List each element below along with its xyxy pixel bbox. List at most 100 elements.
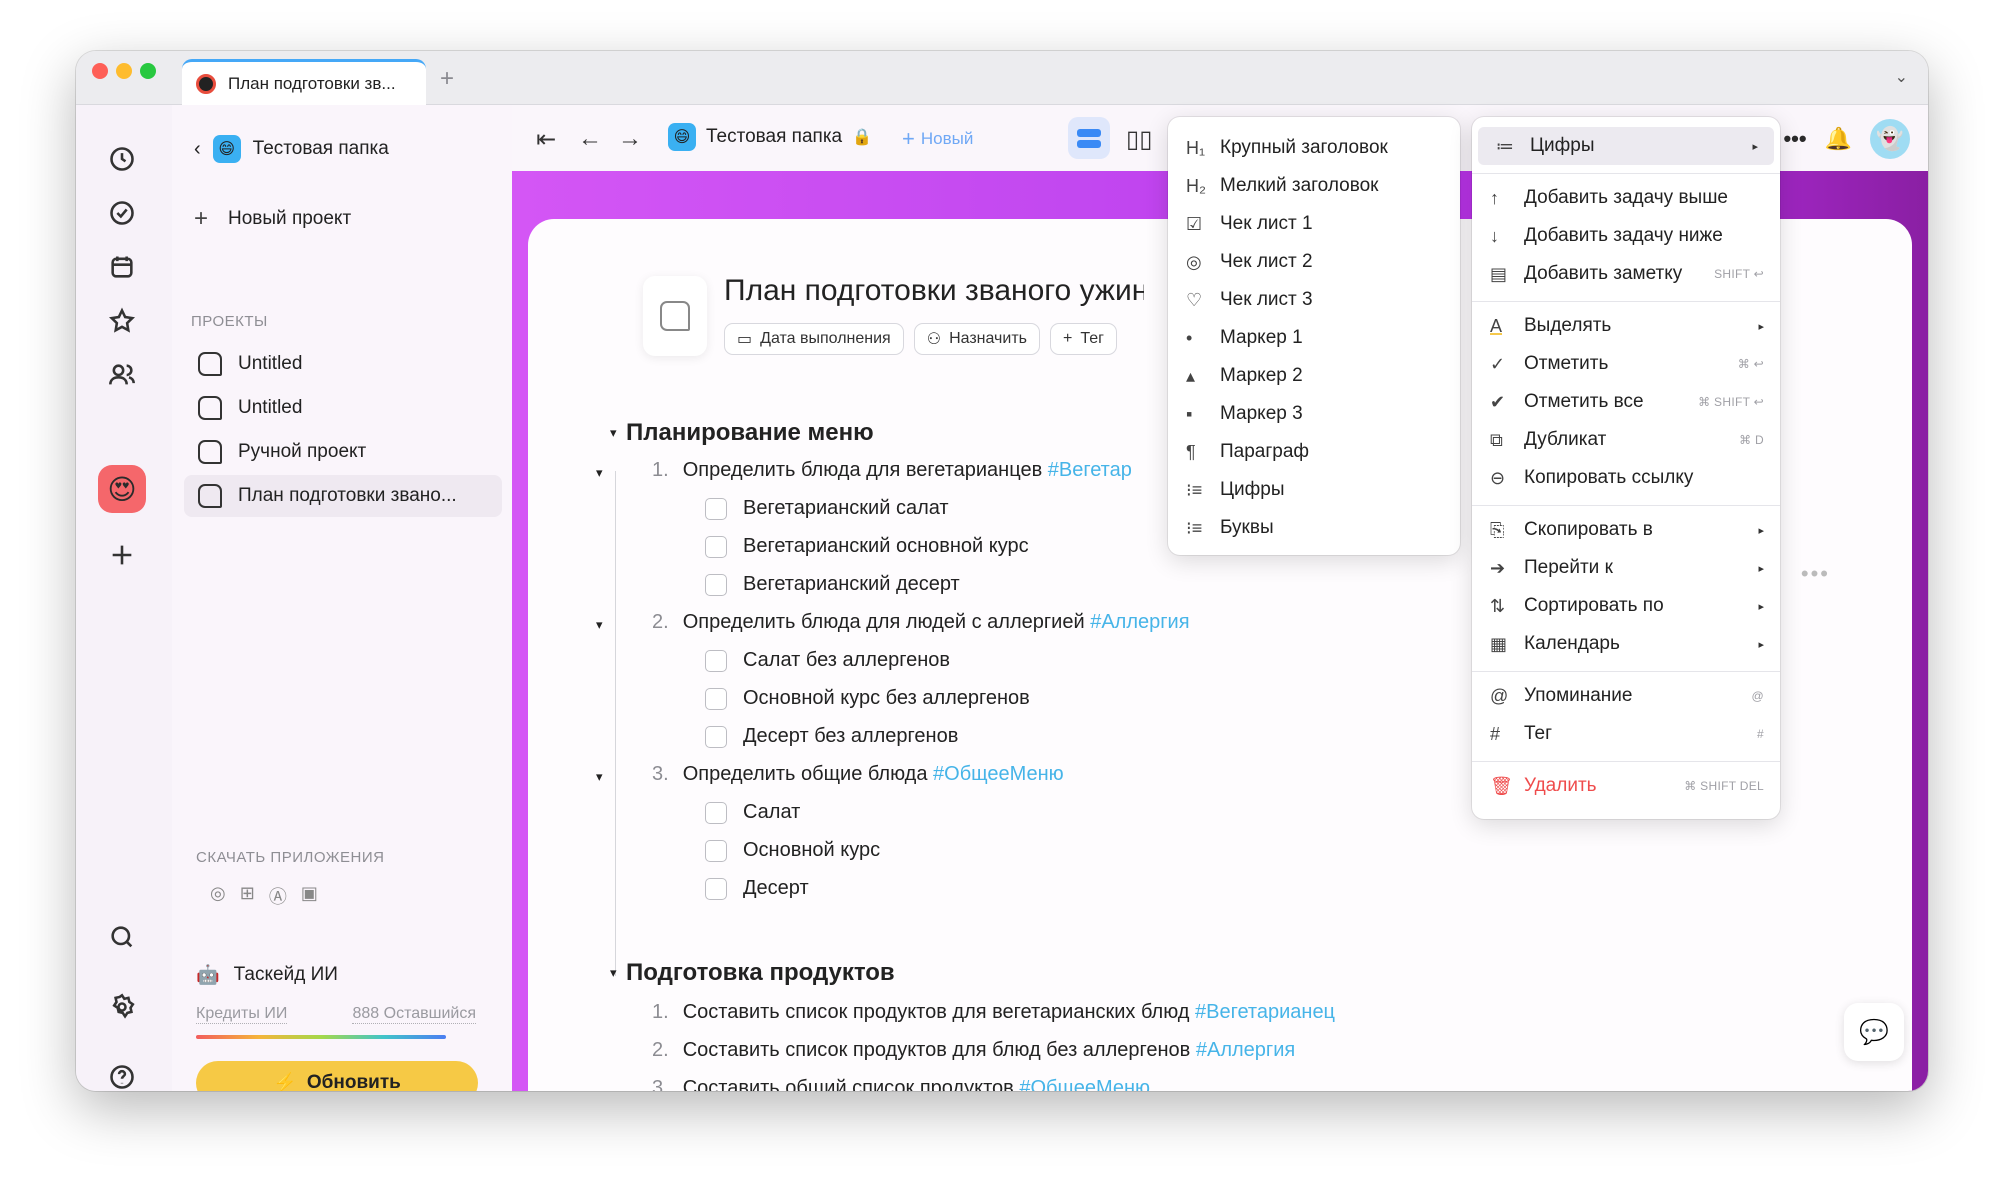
copy-link-item[interactable]: ⊖ Копировать ссылку	[1472, 459, 1780, 497]
checklist-item[interactable]: Основной курс без аллергенов	[705, 687, 1030, 710]
toolbar-folder-breadcrumb[interactable]: 😄 Тестовая папка 🔒	[668, 123, 872, 151]
checkbox[interactable]	[705, 801, 727, 824]
mark-all-done-item[interactable]: ✔ Отметить все ⌘ SHIFT ↩	[1472, 383, 1780, 421]
task-tag[interactable]: #Аллергия	[1196, 1039, 1295, 1061]
mention-item[interactable]: @ Упоминание @	[1472, 677, 1780, 715]
row-more-icon[interactable]: •••	[1801, 561, 1830, 587]
format-item-numbers[interactable]: ⁝≡ Цифры	[1168, 471, 1460, 509]
bell-icon[interactable]: 🔔	[1825, 126, 1852, 152]
format-item-checklist1[interactable]: ☑ Чек лист 1	[1168, 205, 1460, 243]
checklist-item[interactable]: Десерт без аллергенов	[705, 725, 958, 748]
collapse-toggle-icon[interactable]: ▾	[610, 425, 617, 441]
mark-done-item[interactable]: ✓ Отметить ⌘ ↩	[1472, 345, 1780, 383]
section-heading[interactable]: Подготовка продуктов	[626, 959, 895, 987]
numbered-task[interactable]: 2. Определить блюда для людей с аллергией…	[652, 611, 1190, 634]
task-tag[interactable]: #Вегетар	[1048, 459, 1132, 481]
sort-by-item[interactable]: ⇅ Сортировать по ▸	[1472, 587, 1780, 625]
checkbox[interactable]	[705, 649, 727, 672]
calendar-item[interactable]: ▦ Календарь ▸	[1472, 625, 1780, 663]
workspace-avatar[interactable]: 😍	[98, 465, 146, 513]
tab-list-chevron-icon[interactable]: ⌄	[1895, 67, 1908, 87]
new-project-button[interactable]: + Новый проект	[194, 205, 351, 233]
format-item-bullet1[interactable]: • Маркер 1	[1168, 319, 1460, 357]
assign-chip[interactable]: ⚇ Назначить	[913, 323, 1040, 355]
android-icon[interactable]: ▣	[301, 883, 318, 909]
sidebar-project-item-active[interactable]: План подготовки звано...	[184, 475, 502, 517]
tag-chip[interactable]: + Тег	[1050, 323, 1117, 355]
chat-assistant-button[interactable]: 💬	[1844, 1003, 1904, 1061]
checklist-item[interactable]: Салат	[705, 801, 800, 824]
checkbox[interactable]	[705, 535, 727, 558]
numbered-task[interactable]: 3. Составить общий список продуктов #Обще…	[652, 1077, 1150, 1091]
collapse-toggle-icon[interactable]: ▾	[596, 769, 603, 785]
format-item-h2[interactable]: H₂ Мелкий заголовок	[1168, 167, 1460, 205]
help-icon[interactable]	[106, 1061, 138, 1091]
minimize-window-button[interactable]	[116, 63, 132, 79]
copy-to-item[interactable]: ⎘ Скопировать в ▸	[1472, 511, 1780, 549]
sidebar-project-item[interactable]: Untitled	[184, 343, 502, 385]
task-tag[interactable]: #ОбщееМеню	[933, 763, 1064, 785]
zoom-window-button[interactable]	[140, 63, 156, 79]
checklist-item[interactable]: Десерт	[705, 877, 809, 900]
format-item-letters[interactable]: ⁝≡ Буквы	[1168, 509, 1460, 547]
clock-icon[interactable]	[106, 143, 138, 175]
add-task-below-item[interactable]: ↓ Добавить задачу ниже	[1472, 217, 1780, 255]
forward-arrow-icon[interactable]: →	[618, 125, 642, 153]
checklist-item[interactable]: Основной курс	[705, 839, 880, 862]
checkbox[interactable]	[705, 877, 727, 900]
tag-item[interactable]: # Тег #	[1472, 715, 1780, 753]
app-store-icon[interactable]: Ⓐ	[269, 883, 287, 909]
check-circle-icon[interactable]	[106, 197, 138, 229]
checklist-item[interactable]: Вегетарианский салат	[705, 497, 949, 520]
document-icon[interactable]	[643, 276, 707, 356]
collapse-toggle-icon[interactable]: ▾	[596, 465, 603, 481]
windows-icon[interactable]: ⊞	[240, 883, 255, 909]
people-icon[interactable]	[106, 359, 138, 391]
format-item-bullet3[interactable]: ▪ Маркер 3	[1168, 395, 1460, 433]
collapse-toggle-icon[interactable]: ▾	[610, 965, 617, 981]
browser-tab[interactable]: План подготовки зв...	[182, 59, 426, 105]
numbered-task[interactable]: 2. Составить список продуктов для блюд бе…	[652, 1039, 1295, 1062]
due-date-chip[interactable]: ▭ Дата выполнения	[724, 323, 904, 355]
numbered-task[interactable]: 1. Определить блюда для вегетарианцев #Ве…	[652, 459, 1132, 482]
format-submenu-trigger[interactable]: ≔ Цифры ▸	[1478, 127, 1774, 165]
format-item-bullet2[interactable]: ▴ Маркер 2	[1168, 357, 1460, 395]
sidebar-project-item[interactable]: Ручной проект	[184, 431, 502, 473]
format-item-h1[interactable]: H₁ Крупный заголовок	[1168, 129, 1460, 167]
task-tag[interactable]: #ОбщееМеню	[1019, 1077, 1150, 1091]
format-item-paragraph[interactable]: ¶ Параграф	[1168, 433, 1460, 471]
go-to-item[interactable]: ➔ Перейти к ▸	[1472, 549, 1780, 587]
list-view-button[interactable]	[1068, 117, 1110, 159]
back-to-folder-button[interactable]: ‹ 😄 Тестовая папка	[194, 135, 389, 163]
checkbox[interactable]	[705, 573, 727, 596]
upgrade-button[interactable]: ⚡ Обновить	[196, 1061, 478, 1091]
document-title[interactable]: План подготовки званого ужина	[724, 274, 1144, 308]
checkbox[interactable]	[705, 497, 727, 520]
checkbox[interactable]	[705, 839, 727, 862]
close-window-button[interactable]	[92, 63, 108, 79]
format-item-checklist2[interactable]: ◎ Чек лист 2	[1168, 243, 1460, 281]
board-view-icon[interactable]: ▯▯	[1126, 125, 1152, 154]
checklist-item[interactable]: Вегетарианский десерт	[705, 573, 960, 596]
add-workspace-icon[interactable]	[106, 539, 138, 571]
chrome-icon[interactable]: ◎	[210, 883, 226, 909]
add-note-item[interactable]: ▤ Добавить заметку SHIFT ↩	[1472, 255, 1780, 293]
task-tag[interactable]: #Аллергия	[1090, 611, 1189, 633]
checkbox[interactable]	[705, 725, 727, 748]
new-item-button[interactable]: + Новый	[902, 126, 973, 152]
numbered-task[interactable]: 1. Составить список продуктов для вегетар…	[652, 1001, 1335, 1024]
highlight-item[interactable]: A Выделять ▸	[1472, 307, 1780, 345]
checkbox[interactable]	[705, 687, 727, 710]
search-icon[interactable]	[106, 921, 138, 953]
collapse-sidebar-icon[interactable]: ⇤	[536, 125, 556, 154]
back-arrow-icon[interactable]: ←	[578, 125, 602, 153]
checklist-item[interactable]: Вегетарианский основной курс	[705, 535, 1029, 558]
delete-item[interactable]: 🗑 Удалить ⌘ SHIFT DEL	[1472, 767, 1780, 805]
collapse-toggle-icon[interactable]: ▾	[596, 617, 603, 633]
section-heading[interactable]: Планирование меню	[626, 419, 874, 447]
ai-assistant-link[interactable]: 🤖 Таскейд ИИ	[196, 963, 338, 987]
gear-icon[interactable]	[106, 991, 138, 1023]
sidebar-project-item[interactable]: Untitled	[184, 387, 502, 429]
task-tag[interactable]: #Вегетарианец	[1195, 1001, 1335, 1023]
numbered-task[interactable]: 3. Определить общие блюда #ОбщееМеню	[652, 763, 1064, 786]
